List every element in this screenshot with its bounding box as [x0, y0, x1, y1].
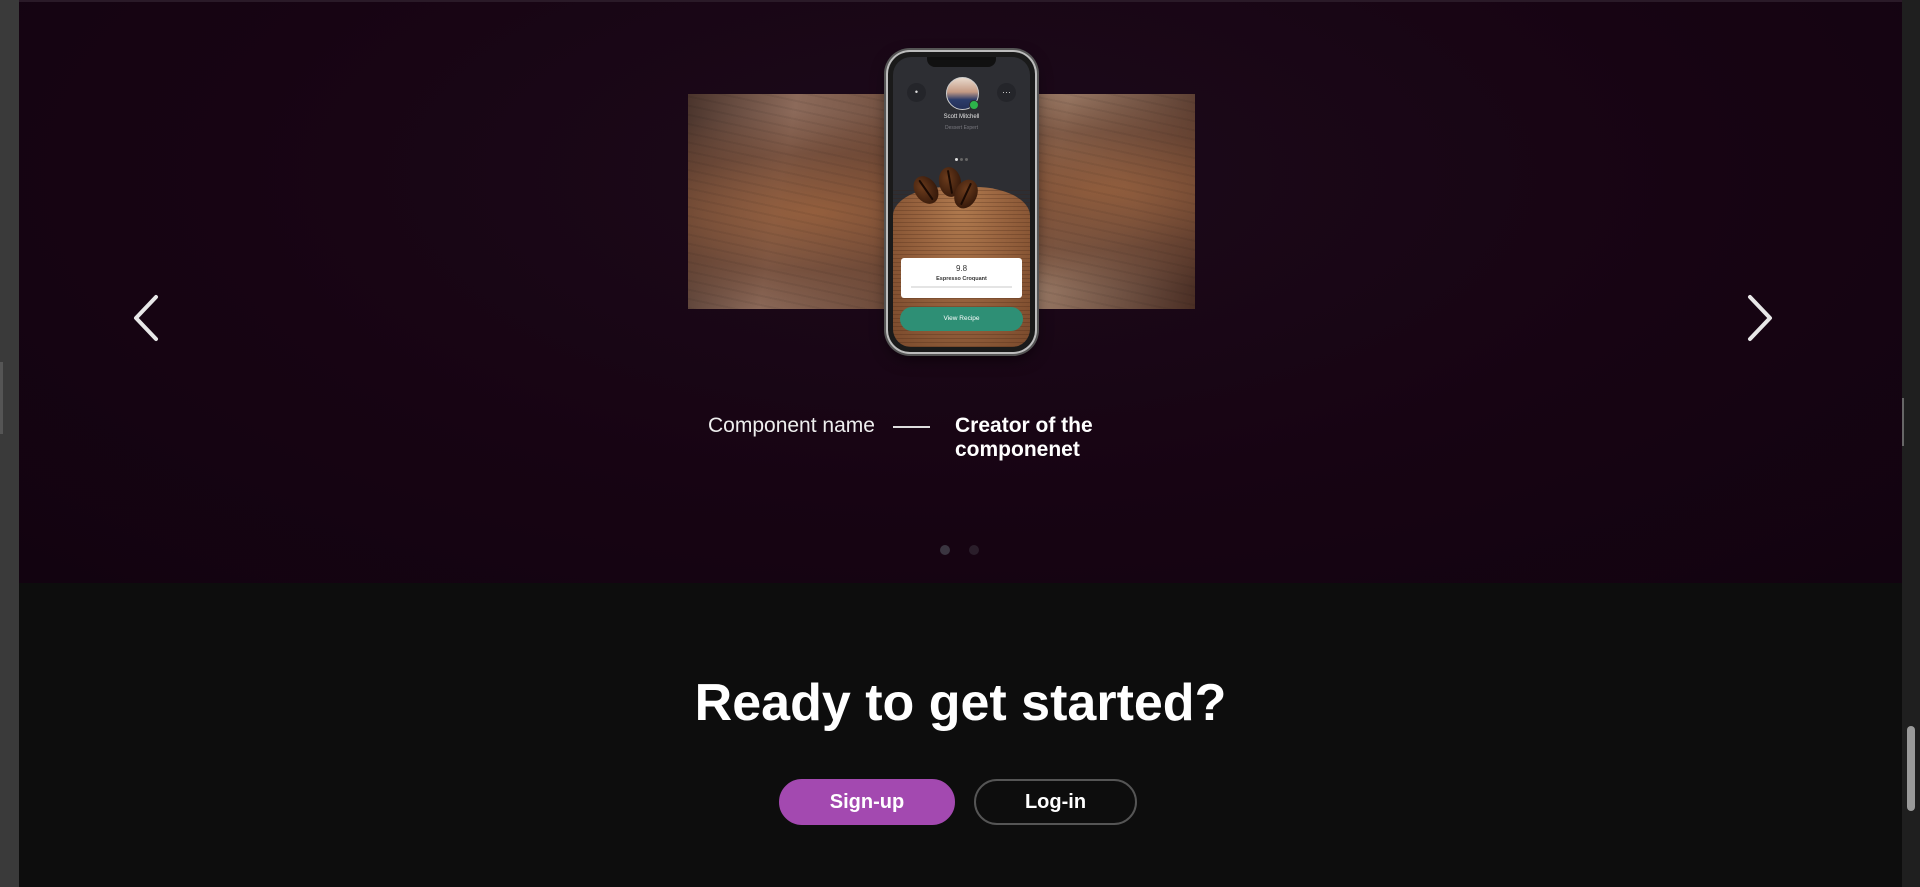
carousel-dots: [940, 545, 980, 557]
phone-page-dots: [893, 148, 1030, 166]
top-divider: [19, 0, 1902, 2]
ellipsis-icon: ···: [997, 83, 1016, 102]
carousel-next-button[interactable]: [1738, 293, 1778, 343]
online-status-icon: [969, 100, 979, 110]
cta-heading: Ready to get started?: [694, 674, 1227, 732]
recipe-rating: 9.8: [955, 264, 968, 273]
phone-screen: • ··· Scott Mitchell Dessert Expert 9.8 …: [893, 57, 1030, 347]
dot-icon: •: [907, 83, 926, 102]
recipe-subtitle-placeholder: [911, 286, 1012, 288]
signup-button[interactable]: Sign-up: [779, 779, 955, 825]
carousel-prev-button[interactable]: [128, 293, 168, 343]
recipe-card: 9.8 Espresso Croquant: [901, 258, 1022, 298]
chevron-right-icon: [1748, 295, 1772, 341]
profile-name: Scott Mitchell: [943, 114, 980, 120]
scrollbar-thumb[interactable]: [1907, 726, 1915, 811]
component-name: Component name: [708, 414, 875, 437]
view-recipe-button: View Recipe: [900, 307, 1023, 331]
component-creator: Creator of the componenet: [955, 414, 1093, 461]
left-gutter: [0, 0, 19, 887]
scrollbar-marker: [1902, 398, 1904, 446]
recipe-title: Espresso Croquant: [936, 276, 987, 282]
page-scrollbar[interactable]: [1902, 0, 1920, 887]
slide-caption: Component name Creator of the componenet: [708, 412, 1216, 461]
caption-dash: [893, 426, 930, 428]
carousel-dot-2[interactable]: [969, 545, 979, 555]
chevron-left-icon: [134, 295, 158, 341]
carousel-dot-1[interactable]: [940, 545, 950, 555]
side-tab[interactable]: [0, 362, 3, 434]
phone-mockup: • ··· Scott Mitchell Dessert Expert 9.8 …: [888, 52, 1035, 352]
profile-role: Dessert Expert: [944, 125, 979, 131]
phone-notch: [927, 57, 996, 67]
login-button[interactable]: Log-in: [974, 779, 1137, 825]
